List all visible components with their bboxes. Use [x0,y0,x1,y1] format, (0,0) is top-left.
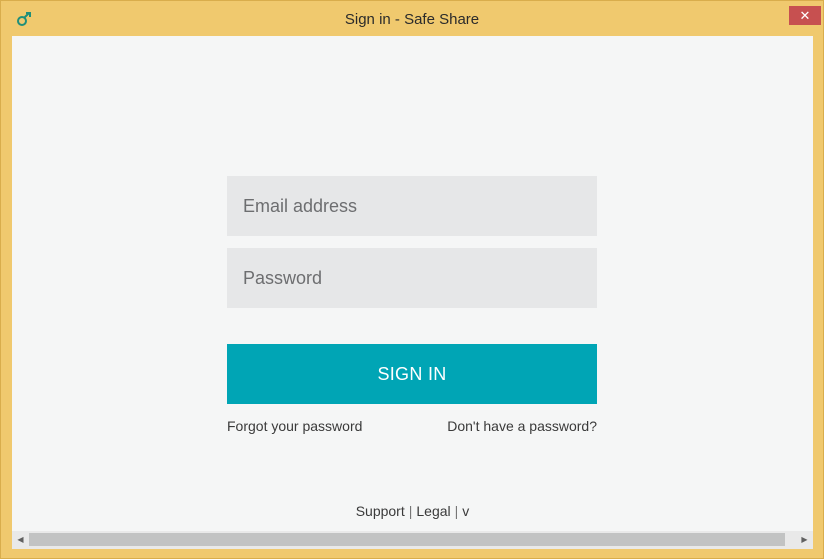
window-title: Sign in - Safe Share [344,11,480,28]
close-button[interactable]: ✕ [789,6,821,25]
password-field[interactable] [227,248,597,308]
password-field-container [227,248,597,308]
support-link[interactable]: Support [356,503,405,519]
horizontal-scrollbar[interactable]: ◀ ▶ [12,531,813,549]
sign-in-button[interactable]: SIGN IN [227,344,597,404]
footer-links: Support | Legal | v [12,503,813,519]
legal-link[interactable]: Legal [416,503,450,519]
title-bar[interactable]: Sign in - Safe Share ✕ [1,1,823,35]
version-link[interactable]: v [462,503,469,519]
footer-separator: | [408,503,413,519]
auth-links: Forgot your password Don't have a passwo… [227,418,597,434]
scrollbar-thumb[interactable] [29,533,785,546]
email-field-container [227,176,597,236]
content-area: SIGN IN Forgot your password Don't have … [12,36,813,549]
scroll-right-arrow-icon[interactable]: ▶ [796,531,813,549]
app-window: Sign in - Safe Share ✕ SIGN IN Forgot yo… [0,0,824,559]
no-password-link[interactable]: Don't have a password? [447,418,597,434]
forgot-password-link[interactable]: Forgot your password [227,418,362,434]
footer-separator: | [454,503,459,519]
signin-form: SIGN IN Forgot your password Don't have … [227,176,597,434]
scroll-left-arrow-icon[interactable]: ◀ [12,531,29,549]
email-field[interactable] [227,176,597,236]
